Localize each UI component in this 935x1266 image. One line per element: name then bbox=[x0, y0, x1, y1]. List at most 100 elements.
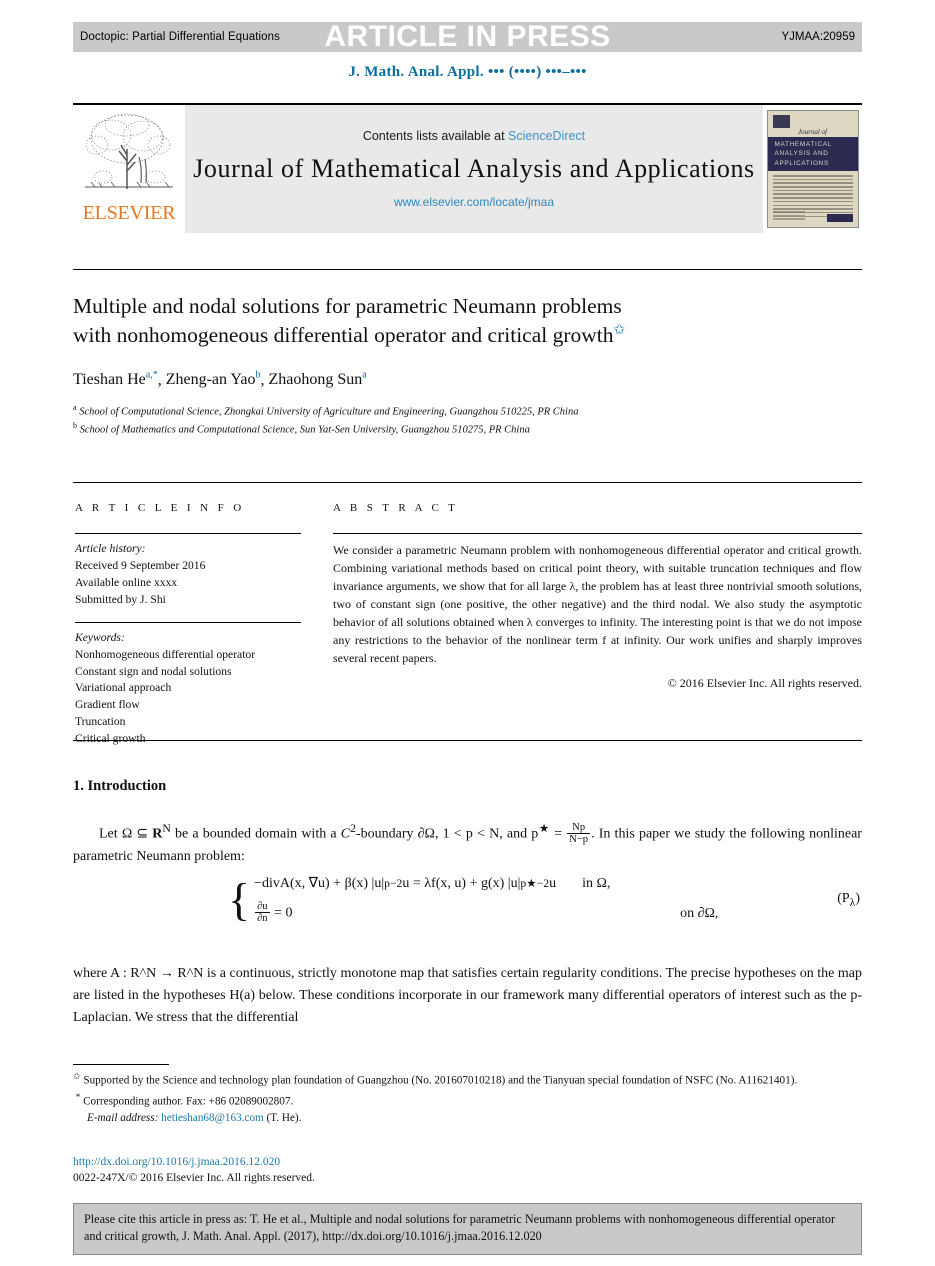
email-address-label: E-mail address: bbox=[87, 1112, 159, 1125]
equation-line-1: −divA(x, ∇u) + β(x) |u| p−2 u = λf(x, u) … bbox=[254, 875, 718, 892]
cover-band-line2: ANALYSIS AND bbox=[774, 150, 829, 158]
history-submitted-by: Submitted by J. Shi bbox=[75, 592, 166, 606]
keywords-block: Keywords: Nonhomogeneous differential op… bbox=[75, 630, 301, 748]
keyword-item: Variational approach bbox=[75, 681, 172, 695]
keywords-label: Keywords: bbox=[75, 630, 125, 644]
p1-seg-b: be a bounded domain with a bbox=[170, 826, 341, 842]
issn-copyright-line: 0022-247X/© 2016 Elsevier Inc. All right… bbox=[73, 1172, 315, 1184]
article-history-label: Article history: bbox=[75, 542, 146, 555]
author-1-marks[interactable]: a,* bbox=[146, 370, 158, 381]
footnote-funding-mark: ✩ bbox=[73, 1071, 81, 1081]
abstract-text: We consider a parametric Neumann problem… bbox=[333, 543, 862, 665]
p1-rn-sup: N bbox=[162, 822, 171, 835]
eq-l1-tail: u bbox=[549, 876, 557, 891]
equation-brace-icon: { bbox=[228, 874, 251, 926]
history-received: Received 9 September 2016 bbox=[75, 558, 206, 572]
footnote-divider bbox=[73, 1064, 169, 1065]
footnote-corresponding-mark: * bbox=[75, 1091, 81, 1102]
author-3: Zhaohong Suna bbox=[268, 370, 366, 389]
cover-title-band: MATHEMATICAL ANALYSIS AND APPLICATIONS bbox=[767, 137, 858, 171]
normal-derivative-fraction: ∂u ∂n bbox=[255, 901, 270, 925]
p1-seg-a: Let Ω ⊆ bbox=[99, 826, 153, 842]
eq-l1-condition: in Ω, bbox=[582, 876, 611, 891]
journal-running-head: J. Math. Anal. Appl. ••• (••••) •••–••• bbox=[348, 64, 587, 80]
author-3-name: Zhaohong Sun bbox=[268, 371, 363, 389]
keywords-divider bbox=[75, 621, 301, 623]
author-2: Zheng-an Yaob bbox=[165, 370, 261, 389]
displayed-equation: { −divA(x, ∇u) + β(x) |u| p−2 u = λf(x, u… bbox=[73, 875, 862, 925]
cover-contents-lines bbox=[772, 175, 853, 218]
author-3-marks[interactable]: a bbox=[362, 370, 366, 381]
journal-title: Journal of Mathematical Analysis and App… bbox=[193, 154, 755, 183]
article-history-block: Article history: Received 9 September 20… bbox=[75, 541, 301, 609]
doi-link[interactable]: http://dx.doi.org/10.1016/j.jmaa.2016.12… bbox=[73, 1156, 280, 1168]
fraction-numerator: Np bbox=[567, 822, 591, 835]
doctopic-label: Doctopic: Partial Differential Equations bbox=[80, 31, 281, 43]
page-title: Multiple and nodal solutions for paramet… bbox=[73, 292, 773, 349]
author-list: Tieshan Hea,*, Zheng-an Yaob, Zhaohong S… bbox=[73, 370, 367, 389]
affiliation-b-mark: b bbox=[73, 421, 77, 431]
author-1-name: Tieshan He bbox=[73, 371, 146, 389]
elsevier-tree-icon bbox=[85, 113, 173, 189]
intro-paragraph-2: where A : R^N → R^N is a continuous, str… bbox=[73, 966, 862, 1026]
info-bottom-divider bbox=[73, 740, 862, 741]
contents-prefix: Contents lists available at bbox=[362, 129, 509, 143]
abstract-divider bbox=[333, 533, 862, 534]
article-info-column: A R T I C L E I N F O Article history: R… bbox=[75, 502, 301, 748]
eq-label-open: (P bbox=[837, 890, 850, 906]
cover-band-line1: MATHEMATICAL bbox=[774, 141, 833, 149]
affiliation-a: a School of Computational Science, Zhong… bbox=[73, 402, 773, 420]
footnote-funding-text: Supported by the Science and technology … bbox=[83, 1074, 798, 1087]
footnote-funding: ✩ Supported by the Science and technolog… bbox=[73, 1070, 862, 1090]
author-2-marks[interactable]: b bbox=[255, 370, 260, 381]
footnote-block: ✩ Supported by the Science and technolog… bbox=[73, 1070, 862, 1128]
journal-url-link[interactable]: www.elsevier.com/locate/jmaa bbox=[394, 195, 554, 209]
title-divider bbox=[73, 269, 862, 270]
journal-masthead: ELSEVIER Contents lists available at Sci… bbox=[73, 103, 862, 235]
eq-l2-condition: on ∂Ω, bbox=[680, 905, 719, 921]
affiliation-a-text: School of Computational Science, Zhongka… bbox=[79, 406, 579, 418]
eq-label-close: ) bbox=[855, 890, 860, 906]
info-top-divider bbox=[73, 482, 862, 483]
affiliation-b: b School of Mathematics and Computationa… bbox=[73, 420, 773, 438]
article-history-divider bbox=[75, 533, 301, 534]
keyword-item: Gradient flow bbox=[75, 698, 140, 712]
eq-l1-lhs: −divA(x, ∇u) + β(x) |u| bbox=[254, 876, 385, 891]
history-available-online: Available online xxxx bbox=[75, 575, 178, 589]
article-in-press-bar: Doctopic: Partial Differential Equations… bbox=[73, 20, 862, 53]
keyword-item: Nonhomogeneous differential operator bbox=[75, 647, 256, 661]
eq-l1-mid: u = λf(x, u) + g(x) |u| bbox=[402, 876, 521, 891]
sciencedirect-link[interactable]: ScienceDirect bbox=[508, 129, 585, 143]
p1-c2: C bbox=[340, 826, 351, 842]
author-2-name: Zheng-an Yao bbox=[165, 371, 256, 389]
p1-seg-c: -boundary ∂Ω, 1 < p < N, and p bbox=[355, 826, 539, 842]
equation-line-2: ∂u ∂n = 0 on ∂Ω, bbox=[254, 901, 718, 925]
eq-l1-sup1: p−2 bbox=[384, 877, 403, 890]
author-1: Tieshan Hea,* bbox=[73, 370, 158, 389]
article-title-line2: with nonhomogeneous differential operato… bbox=[73, 322, 614, 347]
section-heading-introduction: 1. Introduction bbox=[73, 778, 167, 794]
article-info-label: A R T I C L E I N F O bbox=[75, 502, 245, 514]
intro-paragraph-1: Let Ω ⊆ RN be a bounded domain with a C2… bbox=[73, 820, 862, 868]
email-address-link[interactable]: hetieshan68@163.com bbox=[161, 1112, 264, 1124]
footnote-corresponding: * Corresponding author. Fax: +86 0208900… bbox=[73, 1091, 862, 1111]
fraction-denominator: N−p bbox=[569, 834, 589, 846]
footnote-email: E-mail address: hetieshan68@163.com (T. … bbox=[73, 1111, 862, 1127]
affiliation-a-mark: a bbox=[73, 403, 77, 412]
abstract-copyright: © 2016 Elsevier Inc. All rights reserved… bbox=[667, 676, 862, 690]
p1-rn: R bbox=[152, 826, 163, 842]
cover-sciencedirect-badge bbox=[826, 214, 853, 222]
abstract-column: A B S T R A C T We consider a parametric… bbox=[333, 502, 862, 691]
manuscript-code: YJMAA:20959 bbox=[781, 31, 855, 43]
affiliation-b-text: School of Mathematics and Computational … bbox=[79, 424, 530, 436]
footnote-corresponding-text: Corresponding author. Fax: +86 020890028… bbox=[83, 1095, 294, 1108]
derivative-denominator: ∂n bbox=[257, 913, 268, 925]
journal-cover-thumbnail: Journal of MATHEMATICAL ANALYSIS AND APP… bbox=[763, 105, 862, 233]
contents-lists-line: Contents lists available at ScienceDirec… bbox=[363, 129, 585, 143]
cover-elsevier-mark-icon bbox=[772, 115, 790, 128]
eq-l2-rhs: = 0 bbox=[270, 905, 293, 921]
email-address-suffix: (T. He). bbox=[266, 1112, 302, 1125]
p1-seg-d: = bbox=[550, 826, 567, 842]
funding-footnote-star-icon[interactable]: ✩ bbox=[614, 322, 626, 337]
p1-pstar-sup: ★ bbox=[538, 822, 551, 835]
